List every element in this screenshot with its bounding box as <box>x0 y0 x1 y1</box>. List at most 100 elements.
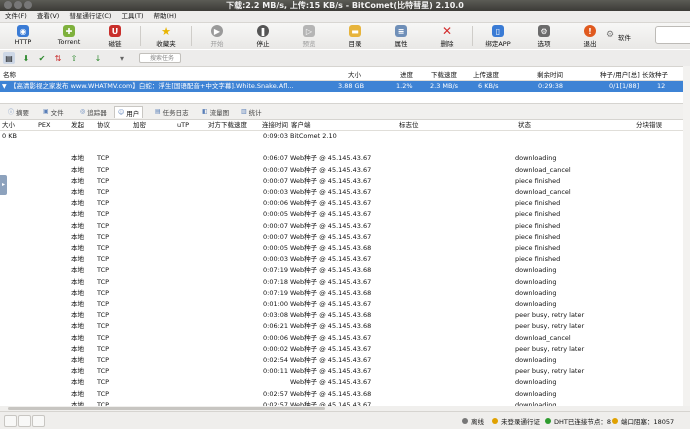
torrent-button[interactable]: ✚ Torrent <box>46 23 92 49</box>
magnet-button[interactable]: U 磁链 <box>92 23 138 49</box>
tab-peers[interactable]: ☺ 用户 <box>114 106 144 118</box>
favorites-button[interactable]: ★ 收藏夹 <box>143 23 189 49</box>
expand-sidebar-icon[interactable]: ▸ <box>0 175 7 195</box>
seeding-icon[interactable]: ⇅ <box>52 52 64 64</box>
table-row[interactable]: 本地 TCP 0:00:05 Web种子 @ 45.145.43.68 piece fi… <box>0 243 690 254</box>
offline-status[interactable]: 离线 <box>462 416 484 426</box>
window-controls[interactable] <box>4 1 32 9</box>
delete-button[interactable]: ✕ 删除 <box>424 23 470 49</box>
col-size[interactable]: 大小 <box>348 70 361 80</box>
bind-app-button[interactable]: ▯ 绑定APP <box>475 23 521 49</box>
close-icon[interactable] <box>4 1 12 9</box>
tab-files[interactable]: ▣ 文件 <box>43 106 64 117</box>
software-button[interactable]: 软件 <box>618 32 631 42</box>
col-encryption[interactable]: 加密 <box>133 120 146 130</box>
table-row[interactable]: 本地 TCP 0:02:57 Web种子 @ 45.145.43.68 download… <box>0 389 690 400</box>
table-row[interactable]: 本地 TCP 0:06:21 Web种子 @ 45.145.43.68 peer bus… <box>0 321 690 332</box>
passport-status[interactable]: 未登录通行证 <box>492 416 540 426</box>
toolbar-search-input[interactable] <box>655 26 690 44</box>
table-row[interactable]: 本地 TCP 0:00:02 Web种子 @ 45.145.43.67 peer bus… <box>0 344 690 355</box>
tab-trackers[interactable]: ◎ 追踪器 <box>80 106 107 117</box>
stop-button[interactable]: ❚ 停止 <box>240 23 286 49</box>
history-icon[interactable]: ↓ <box>92 52 104 64</box>
menu-passport[interactable]: 彗星通行证(C) <box>64 11 116 22</box>
search-input[interactable]: 搜索任务 <box>139 53 181 63</box>
table-row[interactable]: 本地 TCP 0:00:07 Web种子 @ 45.145.43.67 piece fi… <box>0 232 690 243</box>
col-name[interactable]: 名称 <box>3 70 16 80</box>
col-connect-time[interactable]: 连接时间 <box>262 120 288 130</box>
table-row[interactable]: 0 KB 0:09:03 BitComet 2.10 <box>0 131 690 142</box>
col-remaining[interactable]: 剩余时间 <box>537 70 563 80</box>
table-row[interactable]: 本地 TCP Web种子 @ 45.145.43.67 downloading <box>0 377 690 388</box>
peer-client: Web种子 @ 45.145.43.67 <box>290 210 372 219</box>
col-up-speed[interactable]: 上传速度 <box>473 70 499 80</box>
table-row[interactable]: 本地 TCP 0:07:18 Web种子 @ 45.145.43.67 download… <box>0 277 690 288</box>
col-seeds[interactable]: 种子/用户[总] <box>600 70 640 80</box>
downloading-icon[interactable]: ⬇ <box>20 52 32 64</box>
table-row[interactable] <box>0 142 690 153</box>
folder-icon: ▬ <box>349 25 361 37</box>
http-button[interactable]: ◉ HTTP <box>0 23 46 49</box>
col-protocol[interactable]: 协议 <box>97 120 110 130</box>
completed-icon[interactable]: ✔ <box>36 52 48 64</box>
software-icon[interactable]: ⚙ <box>606 30 614 40</box>
peer-initiator: 本地 <box>71 154 84 163</box>
minimize-icon[interactable] <box>14 1 22 9</box>
table-row[interactable]: 本地 TCP 0:00:07 Web种子 @ 45.145.43.67 download… <box>0 165 690 176</box>
table-row[interactable]: 本地 TCP 0:07:19 Web种子 @ 45.145.43.68 download… <box>0 288 690 299</box>
tab-summary[interactable]: ⓘ 摘要 <box>8 106 29 117</box>
sidebar-toggle-icon[interactable] <box>4 415 17 427</box>
peer-connect-time: 0:00:07 <box>263 176 289 185</box>
table-row[interactable]: 本地 TCP 0:01:00 Web种子 @ 45.145.43.67 download… <box>0 299 690 310</box>
horizontal-scroll-thumb[interactable] <box>8 407 325 410</box>
preview-button[interactable]: ▷ 预览 <box>286 23 332 49</box>
col-utp[interactable]: uTP <box>177 120 189 130</box>
table-row[interactable]: 本地 TCP 0:00:05 Web种子 @ 45.145.43.67 piece fi… <box>0 209 690 220</box>
table-row[interactable]: 本地 TCP 0:02:54 Web种子 @ 45.145.43.67 download… <box>0 355 690 366</box>
filter-icon[interactable]: ▾ <box>116 52 128 64</box>
table-row[interactable]: 本地 TCP 0:00:11 Web种子 @ 45.145.43.67 peer bus… <box>0 366 690 377</box>
col-flags[interactable]: 标志位 <box>399 120 419 130</box>
col-piece-errors[interactable]: 分块错误 <box>636 120 662 130</box>
table-row[interactable]: 本地 TCP 0:00:06 Web种子 @ 45.145.43.67 piece fi… <box>0 198 690 209</box>
tab-task-log[interactable]: ▤ 任务日志 <box>155 106 189 117</box>
task-row[interactable]: ▼ 【高清影视之家发布 www.WHATMV.com】白蛇：浮生[国语配音+中文… <box>0 81 683 92</box>
table-row[interactable]: 本地 TCP 0:00:03 Web种子 @ 45.145.43.67 piece fi… <box>0 254 690 265</box>
upload-icon[interactable]: ⇧ <box>68 52 80 64</box>
tab-traffic-graph[interactable]: ◧ 流量图 <box>202 106 229 117</box>
table-row[interactable]: 本地 TCP 0:06:07 Web种子 @ 45.145.43.67 download… <box>0 153 690 164</box>
folder-button[interactable]: ▬ 目录 <box>332 23 378 49</box>
menu-file[interactable]: 文件(F) <box>0 11 32 22</box>
options-button[interactable]: ⚙ 选项 <box>521 23 567 49</box>
start-button[interactable]: ▶ 开始 <box>194 23 240 49</box>
panel-toggle-icon[interactable] <box>18 415 31 427</box>
properties-button[interactable]: ≡ 属性 <box>378 23 424 49</box>
col-state[interactable]: 状态 <box>518 120 531 130</box>
col-client[interactable]: 客户端 <box>291 120 311 130</box>
menu-tools[interactable]: 工具(T) <box>116 11 148 22</box>
col-pex[interactable]: PEX <box>38 120 50 130</box>
col-initiator[interactable]: 发起 <box>71 120 84 130</box>
table-row[interactable]: 本地 TCP 0:00:03 Web种子 @ 45.145.43.67 download… <box>0 187 690 198</box>
vertical-scrollbar[interactable] <box>683 66 690 409</box>
menu-view[interactable]: 查看(V) <box>32 11 65 22</box>
col-peer-size[interactable]: 大小 <box>2 120 15 130</box>
col-peer-down-speed[interactable]: 对方下载速度 <box>208 120 247 130</box>
table-row[interactable]: 本地 TCP 0:00:07 Web种子 @ 45.145.43.67 piece fi… <box>0 176 690 187</box>
table-row[interactable]: 本地 TCP 0:00:06 Web种子 @ 45.145.43.67 download… <box>0 333 690 344</box>
col-down-speed[interactable]: 下载速度 <box>431 70 457 80</box>
peer-initiator: 本地 <box>71 322 84 331</box>
globe-icon: ◉ <box>17 25 29 37</box>
task-down-speed: 2.3 MB/s <box>430 82 459 90</box>
tab-statistics[interactable]: ▥ 统计 <box>241 106 262 117</box>
col-progress[interactable]: 进度 <box>400 70 413 80</box>
all-tasks-icon[interactable]: ▤ <box>3 52 15 64</box>
layout-toggle-icon[interactable] <box>32 415 45 427</box>
peer-initiator: 本地 <box>71 255 84 264</box>
table-row[interactable]: 本地 TCP 0:07:19 Web种子 @ 45.145.43.68 download… <box>0 265 690 276</box>
maximize-icon[interactable] <box>24 1 32 9</box>
table-row[interactable]: 本地 TCP 0:00:07 Web种子 @ 45.145.43.67 piece fi… <box>0 221 690 232</box>
col-longseed[interactable]: 长效种子 <box>642 70 668 80</box>
menu-help[interactable]: 帮助(H) <box>149 11 182 22</box>
table-row[interactable]: 本地 TCP 0:03:08 Web种子 @ 45.145.43.68 peer bus… <box>0 310 690 321</box>
